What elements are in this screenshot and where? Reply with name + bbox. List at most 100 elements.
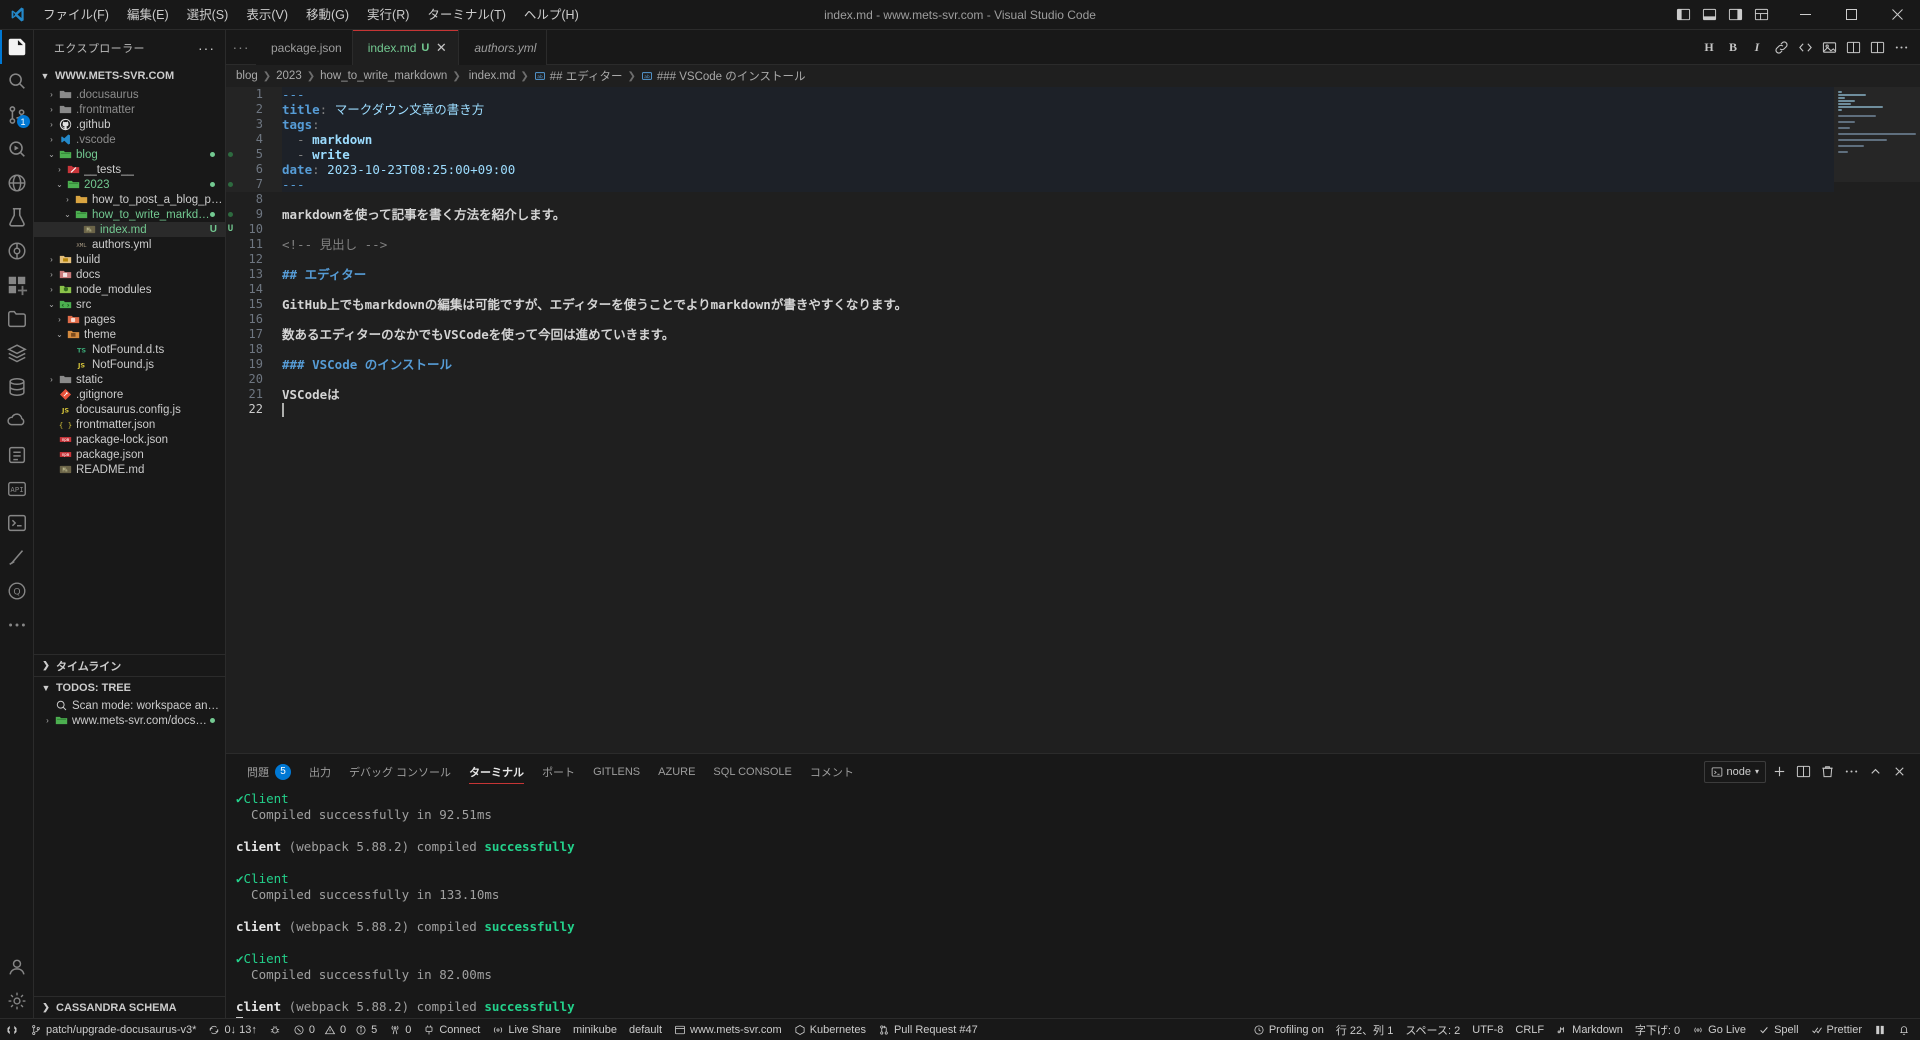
activity-source-control[interactable]: 1 xyxy=(0,98,34,132)
panel-tab-0[interactable]: 問題 5 xyxy=(238,754,300,789)
status-item-0[interactable]: 0 xyxy=(383,1019,417,1040)
code-text[interactable]: date: 2023-10-23T08:25:00+09:00 xyxy=(282,162,1834,177)
terminal-selector[interactable]: node ▾ xyxy=(1703,760,1766,783)
panel-tab-4[interactable]: ポート xyxy=(533,754,584,789)
tree-row--vscode[interactable]: › .vscode xyxy=(34,132,225,147)
tree-row--github[interactable]: › .github xyxy=(34,117,225,132)
panel-more-actions-icon[interactable] xyxy=(1841,761,1862,783)
menu-bar[interactable]: ファイル(F) 編集(E) 選択(S) 表示(V) 移動(G) 実行(R) ターミナル(T)… xyxy=(34,0,588,30)
editor-more-actions-icon[interactable] xyxy=(1890,36,1912,58)
tree-row---tests--[interactable]: › __tests__ xyxy=(34,162,225,177)
panel-tab-3[interactable]: ターミナル xyxy=(460,754,533,789)
breadcrumb-item-3[interactable]: M↓index.md xyxy=(466,70,515,92)
activity-search[interactable] xyxy=(0,64,34,98)
link-icon[interactable] xyxy=(1770,36,1792,58)
code-text[interactable]: title: マークダウン文章の書き方 xyxy=(282,102,1834,117)
tree-row-build[interactable]: › build xyxy=(34,252,225,267)
sidebar-section-todos[interactable]: ▼ TODOS: TREE xyxy=(34,676,225,698)
status-item-utf-8[interactable]: UTF-8 xyxy=(1466,1019,1509,1040)
panel-tab-2[interactable]: デバッグ コンソール xyxy=(340,754,460,789)
status-item-patch-upgrade-docusaurus-v3-[interactable]: patch/upgrade-docusaurus-v3* xyxy=(24,1019,202,1040)
tree-row--gitignore[interactable]: .gitignore xyxy=(34,387,225,402)
status-item-pull-request--47[interactable]: Pull Request #47 xyxy=(872,1019,984,1040)
code-text[interactable]: --- xyxy=(282,87,1834,102)
code-text[interactable]: VSCodeは xyxy=(282,387,1834,402)
panel-tab-6[interactable]: AZURE xyxy=(649,754,704,789)
activity-more[interactable] xyxy=(0,608,34,642)
status-item---22---1[interactable]: 行 22、列 1 xyxy=(1330,1019,1399,1040)
tree-row-index-md[interactable]: M↓ index.md U xyxy=(34,222,225,237)
code-icon[interactable] xyxy=(1794,36,1816,58)
activity-database[interactable] xyxy=(0,370,34,404)
minimap[interactable] xyxy=(1834,87,1920,753)
status-bar-left[interactable]: patch/upgrade-docusaurus-v3* 0↓ 13↑ 0 0 5 0 Co… xyxy=(0,1019,984,1040)
tree-row--docusaurus[interactable]: › .docusaurus xyxy=(34,87,225,102)
new-terminal-icon[interactable] xyxy=(1769,761,1790,783)
activity-remote-explorer[interactable] xyxy=(0,166,34,200)
panel-tabs[interactable]: 問題 5 出力 デバッグ コンソール ターミナル ポート GITLENS AZURE SQL C… xyxy=(238,754,863,789)
activity-settings[interactable] xyxy=(0,984,34,1018)
status-item-markdown[interactable]: Markdown xyxy=(1550,1019,1629,1040)
bold-format-icon[interactable]: B xyxy=(1722,36,1744,58)
panel-tab-1[interactable]: 出力 xyxy=(300,754,340,789)
close-button[interactable] xyxy=(1874,0,1920,30)
menu-5[interactable]: 実行(R) xyxy=(358,4,418,26)
activity-run-debug[interactable] xyxy=(0,132,34,166)
code-text[interactable]: 数あるエディターのなかでもVSCodeを使って今回は進めていきます。 xyxy=(282,327,1834,342)
tree-row-frontmatter-json[interactable]: { } frontmatter.json xyxy=(34,417,225,432)
status-item-www-mets-svr-com[interactable]: www.mets-svr.com xyxy=(668,1019,788,1040)
status-item-connect[interactable]: Connect xyxy=(417,1019,486,1040)
tree-row-package-lock-json[interactable]: npm package-lock.json xyxy=(34,432,225,447)
code-text[interactable]: ### VSCode のインストール xyxy=(282,357,1834,372)
tree-row-package-json[interactable]: npm package.json xyxy=(34,447,225,462)
activity-azure[interactable] xyxy=(0,404,34,438)
code-text[interactable] xyxy=(282,402,1834,418)
editor-tab-index-md[interactable]: M↓index.mdU✕ xyxy=(352,30,460,65)
editor-tab-authors-yml[interactable]: XMLauthors.yml xyxy=(459,30,548,65)
breadcrumb-item-1[interactable]: 2023 xyxy=(276,70,302,82)
code-text[interactable]: GitHub上でもmarkdownの編集は可能ですが、エディターを使うことでより… xyxy=(282,297,1834,312)
status-item-prettier[interactable]: Prettier xyxy=(1805,1019,1868,1040)
tree-row-how-to-write-markdown[interactable]: ⌄ how_to_write_markdown xyxy=(34,207,225,222)
terminal-output[interactable]: ✔Client Compiled successfully in 92.51ms… xyxy=(226,789,1920,1018)
panel-tab-8[interactable]: コメント xyxy=(801,754,863,789)
todo-row-0[interactable]: Scan mode: workspace and open files xyxy=(34,698,225,713)
breadcrumb-item-0[interactable]: blog xyxy=(236,70,258,82)
code-editor[interactable]: 1 --- 2 title: マークダウン文章の書き方 3 tags: 4 - markdo… xyxy=(226,87,1834,753)
code-text[interactable]: markdownを使って記事を書く方法を紹介します。 xyxy=(282,207,1834,222)
breadcrumb-item-4[interactable]: ab ## エディター xyxy=(534,68,622,84)
menu-0[interactable]: ファイル(F) xyxy=(34,4,118,26)
status-item-0[interactable]: 0 0 5 xyxy=(287,1019,383,1040)
status-item-spell[interactable]: Spell xyxy=(1752,1019,1804,1040)
tree-row-readme-md[interactable]: M↓ README.md xyxy=(34,462,225,477)
menu-3[interactable]: 表示(V) xyxy=(237,4,297,26)
sidebar-more-actions-icon[interactable]: ··· xyxy=(198,40,215,56)
toggle-primary-sidebar-icon[interactable] xyxy=(1672,4,1694,26)
tree-row--frontmatter[interactable]: › .frontmatter xyxy=(34,102,225,117)
activity-explorer[interactable] xyxy=(0,30,34,64)
status-item-debug-alt-icon[interactable] xyxy=(263,1019,287,1040)
activity-accounts[interactable] xyxy=(0,950,34,984)
chevron-down-icon[interactable]: ▾ xyxy=(1755,767,1759,776)
close-panel-icon[interactable] xyxy=(1889,761,1910,783)
close-tab-icon[interactable]: ✕ xyxy=(434,40,448,56)
status-item-live-share[interactable]: Live Share xyxy=(486,1019,567,1040)
activity-pen[interactable] xyxy=(0,540,34,574)
menu-1[interactable]: 編集(E) xyxy=(118,4,178,26)
minimize-button[interactable] xyxy=(1782,0,1828,30)
status-item-crlf[interactable]: CRLF xyxy=(1509,1019,1550,1040)
activity-extensions[interactable] xyxy=(0,268,34,302)
panel-tab-7[interactable]: SQL CONSOLE xyxy=(704,754,800,789)
kill-terminal-icon[interactable] xyxy=(1817,761,1838,783)
activity-todo-tree[interactable] xyxy=(0,438,34,472)
todo-row-1[interactable]: › www.mets-svr.com/docs/blog xyxy=(34,713,225,728)
code-text[interactable]: tags: xyxy=(282,117,1834,132)
status-item------0[interactable]: 字下げ: 0 xyxy=(1629,1019,1686,1040)
tree-row-node-modules[interactable]: › node_modules xyxy=(34,282,225,297)
heading-format-icon[interactable]: H xyxy=(1698,36,1720,58)
maximize-button[interactable] xyxy=(1828,0,1874,30)
code-text[interactable]: - markdown xyxy=(282,132,1834,147)
status-item-minikube[interactable]: minikube xyxy=(567,1019,623,1040)
status-item-go-live[interactable]: Go Live xyxy=(1686,1019,1752,1040)
activity-file-explorer-ext[interactable] xyxy=(0,302,34,336)
